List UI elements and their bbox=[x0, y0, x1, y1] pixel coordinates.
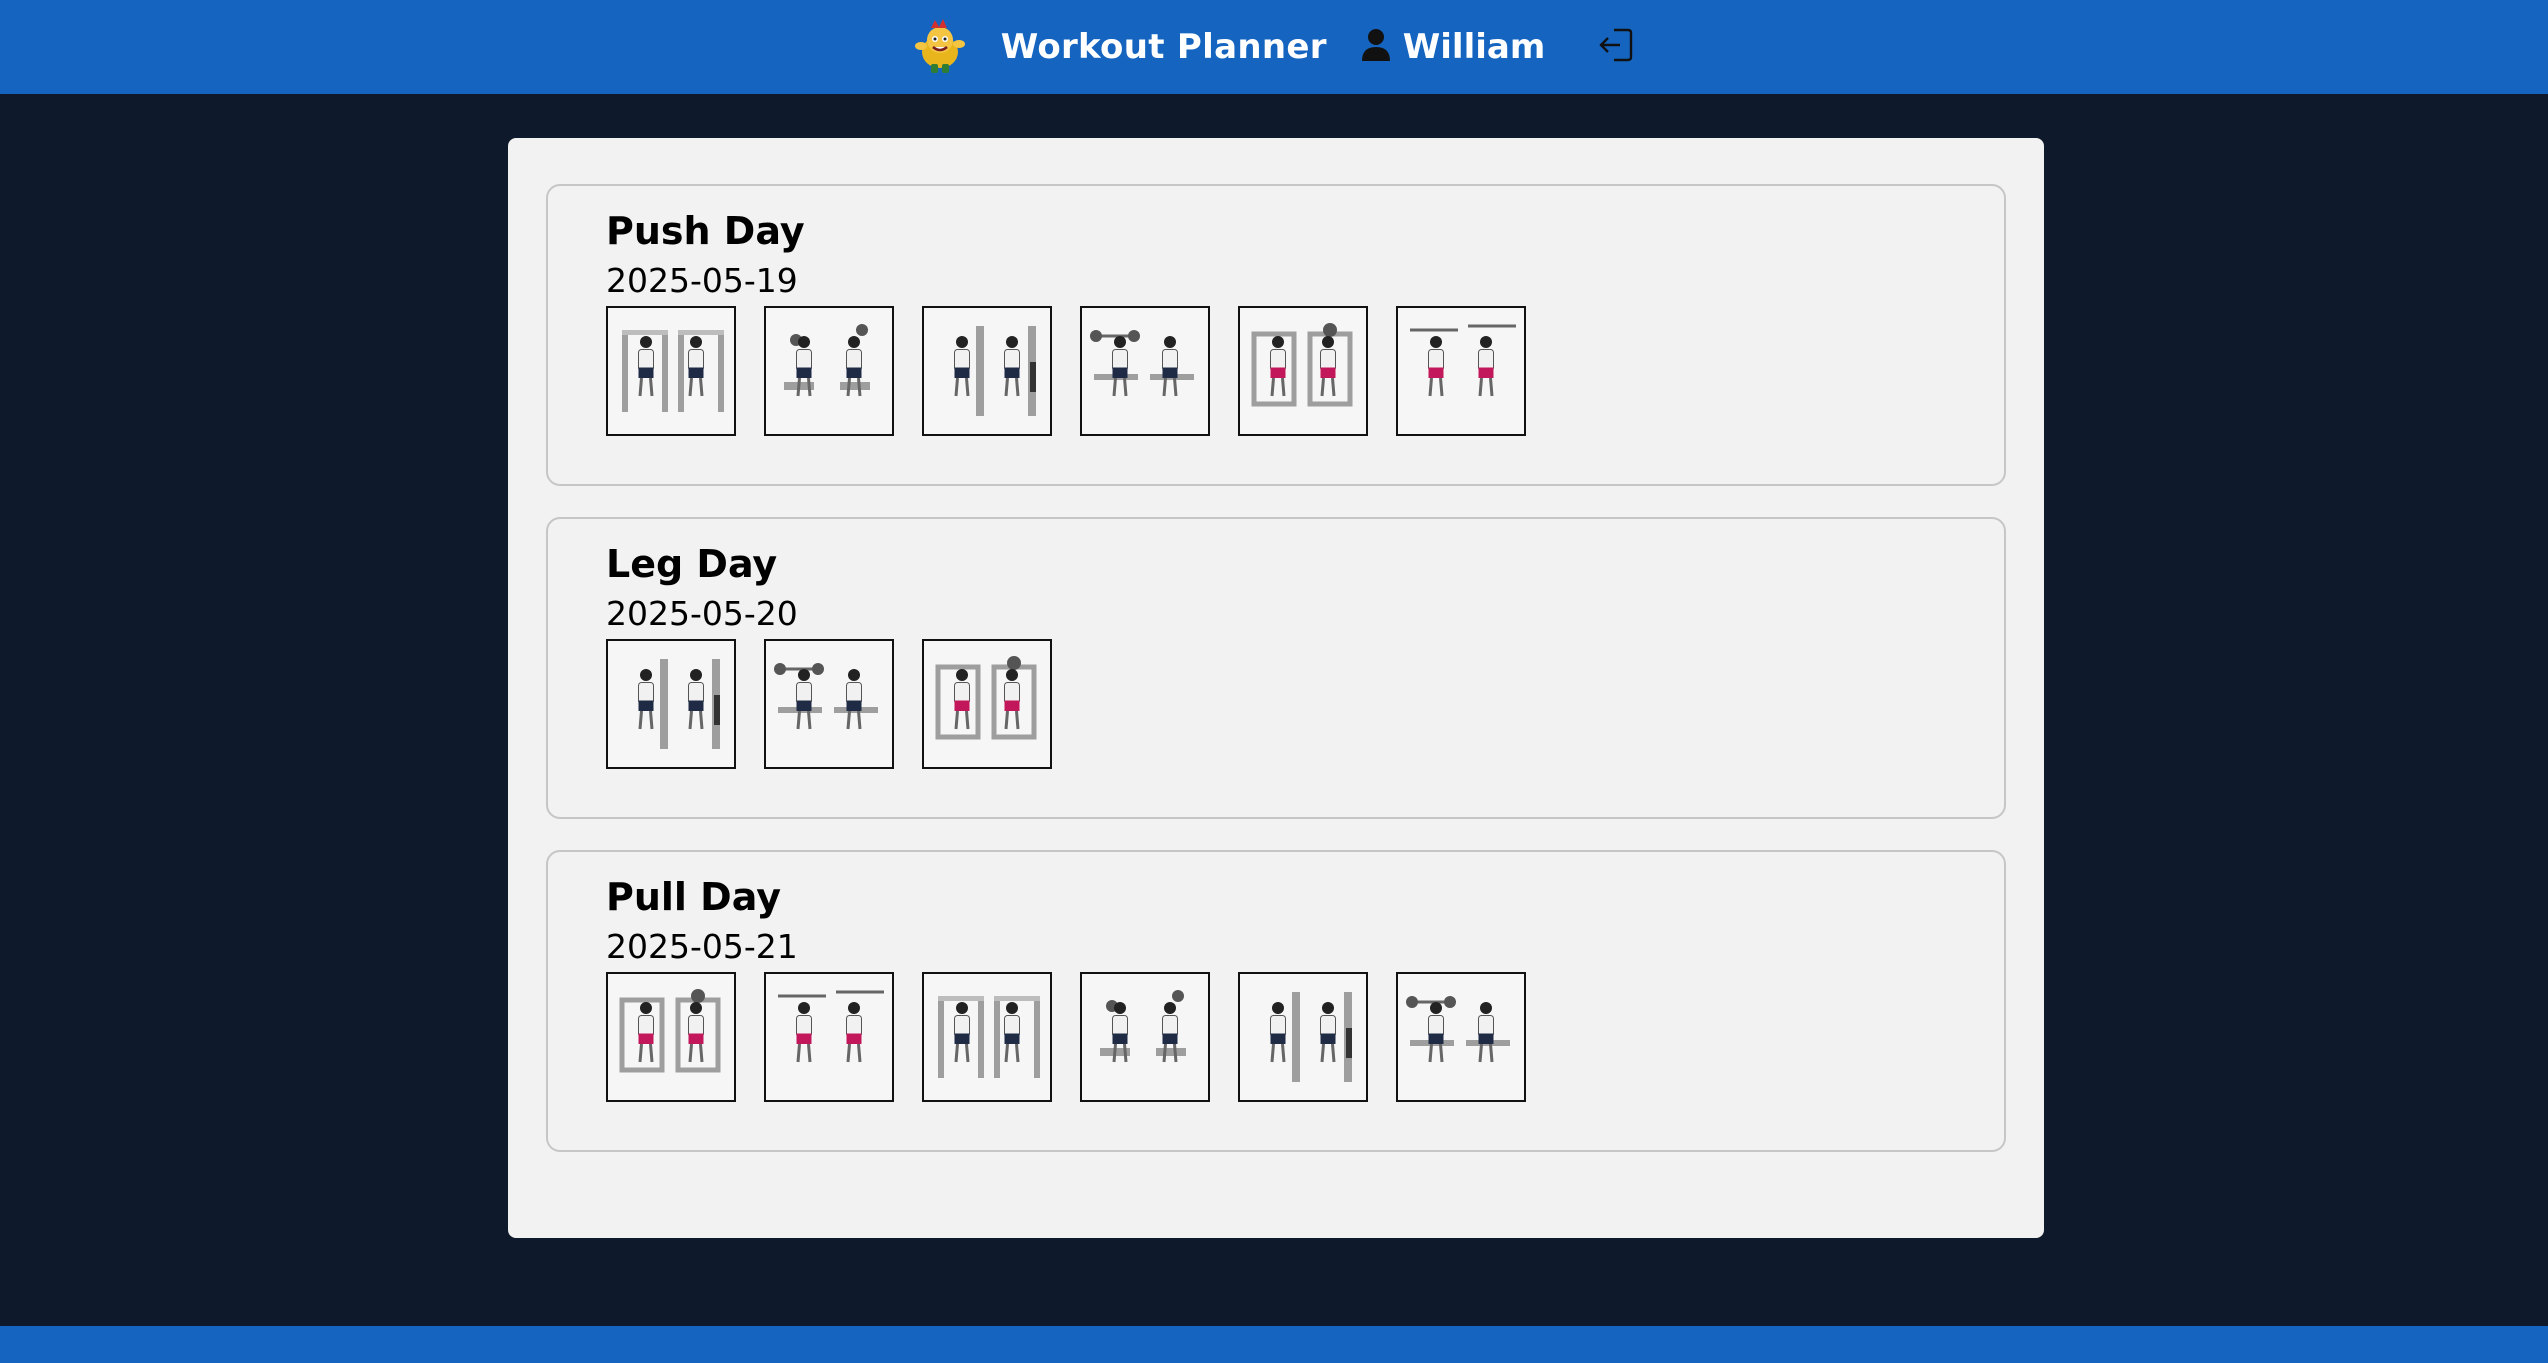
navbar-brand: Workout Planner William bbox=[907, 14, 1640, 80]
exercise-illustration-icon bbox=[928, 312, 1046, 430]
exercise-thumbnail[interactable] bbox=[1080, 306, 1210, 436]
logout-button[interactable] bbox=[1593, 24, 1639, 70]
exercise-thumbnails bbox=[606, 639, 2004, 769]
exercise-illustration-icon bbox=[612, 978, 730, 1096]
exercise-illustration-icon bbox=[770, 978, 888, 1096]
exercise-thumbnail[interactable] bbox=[1396, 972, 1526, 1102]
exercise-thumbnail[interactable] bbox=[606, 972, 736, 1102]
exercise-thumbnails bbox=[606, 306, 2004, 436]
exercise-thumbnail[interactable] bbox=[922, 972, 1052, 1102]
workout-card-push-day[interactable]: Push Day 2025-05-19 bbox=[546, 184, 2006, 486]
workout-card-pull-day[interactable]: Pull Day 2025-05-21 bbox=[546, 850, 2006, 1152]
logout-icon bbox=[1596, 25, 1636, 69]
exercise-thumbnail[interactable] bbox=[764, 639, 894, 769]
top-navbar: Workout Planner William bbox=[0, 0, 2548, 94]
exercise-illustration-icon bbox=[928, 978, 1046, 1096]
workout-title: Push Day bbox=[606, 209, 805, 253]
exercise-thumbnail[interactable] bbox=[922, 306, 1052, 436]
exercise-thumbnail[interactable] bbox=[1080, 972, 1210, 1102]
bottom-bar bbox=[0, 1326, 2548, 1363]
exercise-illustration-icon bbox=[770, 645, 888, 763]
mascot-logo-icon[interactable] bbox=[907, 14, 973, 80]
exercise-illustration-icon bbox=[612, 645, 730, 763]
workout-title: Leg Day bbox=[606, 542, 778, 586]
exercise-illustration-icon bbox=[770, 312, 888, 430]
user-icon bbox=[1361, 28, 1391, 66]
workout-card-leg-day[interactable]: Leg Day 2025-05-20 bbox=[546, 517, 2006, 819]
user-menu[interactable]: William bbox=[1361, 27, 1546, 67]
app-title: Workout Planner bbox=[1000, 27, 1327, 67]
exercise-illustration-icon bbox=[1086, 978, 1204, 1096]
exercise-thumbnail[interactable] bbox=[764, 972, 894, 1102]
exercise-thumbnail[interactable] bbox=[922, 639, 1052, 769]
exercise-thumbnail[interactable] bbox=[606, 639, 736, 769]
user-name: William bbox=[1402, 27, 1546, 67]
workout-title: Pull Day bbox=[606, 875, 781, 919]
exercise-thumbnail[interactable] bbox=[1238, 972, 1368, 1102]
exercise-thumbnails bbox=[606, 972, 2004, 1102]
workout-date: 2025-05-19 bbox=[606, 261, 798, 300]
exercise-illustration-icon bbox=[1244, 978, 1362, 1096]
exercise-thumbnail[interactable] bbox=[1396, 306, 1526, 436]
exercise-illustration-icon bbox=[1244, 312, 1362, 430]
exercise-thumbnail[interactable] bbox=[606, 306, 736, 436]
exercise-illustration-icon bbox=[1402, 978, 1520, 1096]
exercise-thumbnail[interactable] bbox=[1238, 306, 1368, 436]
exercise-illustration-icon bbox=[928, 645, 1046, 763]
exercise-illustration-icon bbox=[612, 312, 730, 430]
exercise-illustration-icon bbox=[1086, 312, 1204, 430]
workout-date: 2025-05-21 bbox=[606, 927, 798, 966]
workouts-panel: Push Day 2025-05-19 Leg Day 2025-05-20 P… bbox=[508, 138, 2044, 1238]
exercise-illustration-icon bbox=[1402, 312, 1520, 430]
workout-date: 2025-05-20 bbox=[606, 594, 798, 633]
exercise-thumbnail[interactable] bbox=[764, 306, 894, 436]
